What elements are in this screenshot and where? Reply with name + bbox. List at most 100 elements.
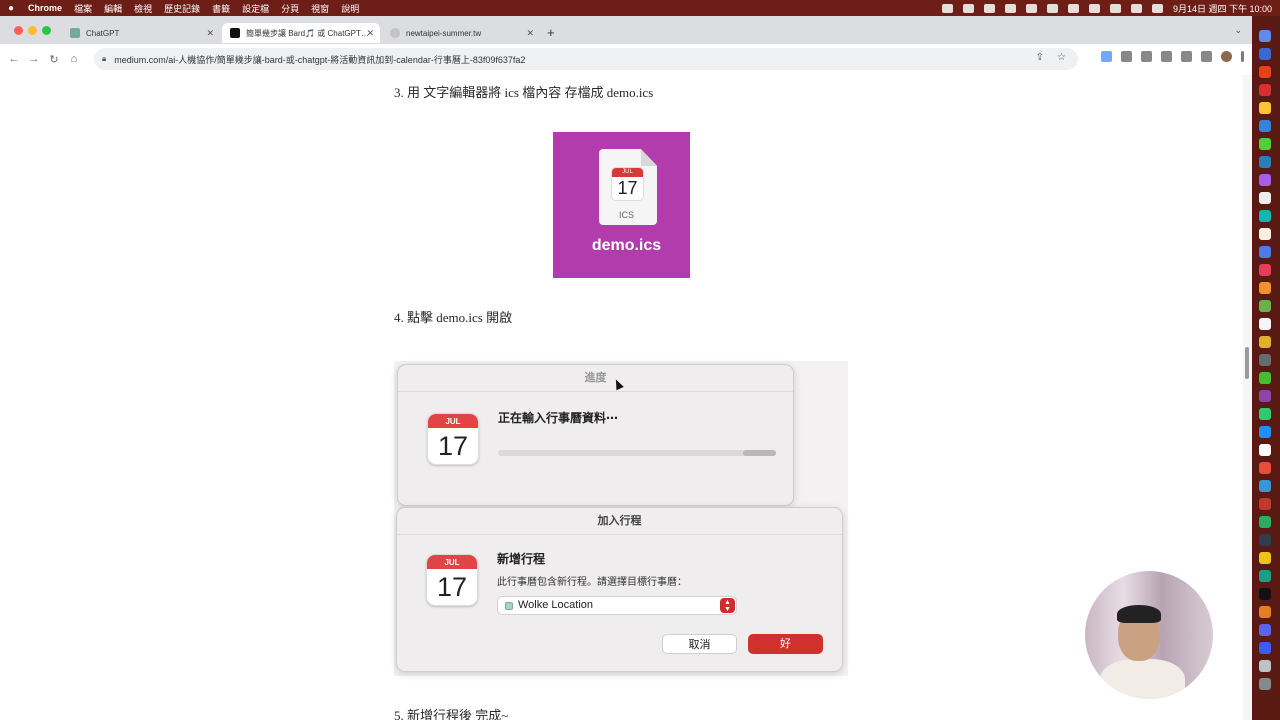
- back-icon[interactable]: ←: [4, 53, 24, 65]
- puzzle-icon[interactable]: [1161, 51, 1172, 62]
- calendar-month: JUL: [612, 168, 643, 177]
- menu-chrome[interactable]: Chrome: [28, 3, 62, 13]
- page-fold: [641, 149, 657, 166]
- finder-icon[interactable]: [1259, 30, 1271, 42]
- headphones-icon[interactable]: [1046, 3, 1058, 13]
- app-icon[interactable]: [1259, 570, 1271, 582]
- menu-profiles[interactable]: 設定檔: [242, 2, 269, 15]
- more-menu-icon[interactable]: [1241, 51, 1244, 62]
- status-icon[interactable]: [941, 3, 953, 13]
- menu-view[interactable]: 檢視: [134, 2, 152, 15]
- settings-icon[interactable]: [1259, 354, 1271, 366]
- calendar-select[interactable]: Wolke Location ▲ ▼: [497, 596, 737, 615]
- app-icon[interactable]: [1259, 66, 1271, 78]
- menu-tabs[interactable]: 分頁: [281, 2, 299, 15]
- input-method-icon[interactable]: [1088, 3, 1100, 13]
- reload-icon[interactable]: ↻: [44, 53, 64, 66]
- status-icon[interactable]: [1004, 3, 1016, 13]
- app-icon[interactable]: [1259, 408, 1271, 420]
- menu-edit[interactable]: 編輯: [104, 2, 122, 15]
- tab-newtaipei[interactable]: newtaipei-summer.tw ✕: [382, 23, 540, 43]
- cancel-button[interactable]: 取消: [662, 634, 737, 654]
- apple-icon[interactable]: ●: [8, 3, 14, 14]
- app-icon[interactable]: [1259, 318, 1271, 330]
- tab-chatgpt[interactable]: ChatGPT ✕: [62, 23, 220, 43]
- menu-history[interactable]: 歷史記錄: [164, 2, 200, 15]
- progress-message: 正在輸入行事曆資料⋯: [498, 411, 619, 425]
- downloads-icon[interactable]: [1259, 660, 1271, 672]
- tab-search-chevron-icon[interactable]: ⌄: [1234, 25, 1242, 36]
- close-window-icon[interactable]: [14, 26, 23, 35]
- app-icon[interactable]: [1259, 516, 1271, 528]
- slack-icon[interactable]: [1259, 192, 1271, 204]
- trash-icon[interactable]: [1259, 678, 1271, 690]
- app-icon[interactable]: [1259, 642, 1271, 654]
- app-icon[interactable]: [1259, 156, 1271, 168]
- app-icon[interactable]: [1259, 84, 1271, 96]
- app-icon[interactable]: [1259, 210, 1271, 222]
- app-icon[interactable]: [1259, 498, 1271, 510]
- forward-icon[interactable]: →: [24, 53, 44, 65]
- menu-file[interactable]: 檔案: [74, 2, 92, 15]
- dropbox-icon[interactable]: [983, 3, 995, 13]
- app-icon[interactable]: [1259, 480, 1271, 492]
- safari-icon[interactable]: [1259, 246, 1271, 258]
- app-store-icon[interactable]: [1259, 426, 1271, 438]
- close-tab-icon[interactable]: ✕: [206, 28, 214, 39]
- side-panel-icon[interactable]: [1201, 51, 1212, 62]
- user-icon[interactable]: [1109, 3, 1121, 13]
- menu-window[interactable]: 視窗: [311, 2, 329, 15]
- podcasts-icon[interactable]: [1259, 174, 1271, 186]
- ok-button[interactable]: 好: [748, 634, 823, 654]
- close-tab-icon[interactable]: ✕: [526, 28, 534, 39]
- line-icon[interactable]: [1259, 138, 1271, 150]
- control-center-icon[interactable]: [1151, 3, 1163, 13]
- scrollbar-thumb[interactable]: [1245, 347, 1249, 379]
- new-tab-icon[interactable]: +: [547, 25, 555, 40]
- notes-icon[interactable]: [1259, 228, 1271, 240]
- page-scrollbar[interactable]: [1243, 75, 1252, 720]
- app-icon[interactable]: [1259, 48, 1271, 60]
- chevron-up-down-icon[interactable]: ▲ ▼: [720, 598, 735, 613]
- app-icon[interactable]: [1259, 606, 1271, 618]
- notion-icon[interactable]: [1259, 444, 1271, 456]
- chrome-icon[interactable]: [1259, 102, 1271, 114]
- app-icon[interactable]: [1259, 336, 1271, 348]
- app-icon[interactable]: [1259, 462, 1271, 474]
- status-icon[interactable]: [1025, 3, 1037, 13]
- bookmark-star-icon[interactable]: ☆: [1057, 52, 1066, 63]
- extension-icon[interactable]: [1101, 51, 1112, 62]
- extension-icon[interactable]: [1141, 51, 1152, 62]
- app-icon[interactable]: [1259, 390, 1271, 402]
- app-icon[interactable]: [1259, 534, 1271, 546]
- app-icon[interactable]: [1259, 552, 1271, 564]
- terminal-icon[interactable]: [1259, 588, 1271, 600]
- messages-icon[interactable]: [1259, 372, 1271, 384]
- close-tab-icon[interactable]: ✕: [366, 28, 374, 39]
- app-icon[interactable]: [1259, 264, 1271, 276]
- minimize-window-icon[interactable]: [28, 26, 37, 35]
- webcam-overlay: [1085, 571, 1213, 699]
- search-icon[interactable]: [1130, 3, 1142, 13]
- menu-help[interactable]: 說明: [341, 2, 359, 15]
- home-icon[interactable]: ⌂: [64, 53, 84, 65]
- app-icon[interactable]: [1259, 282, 1271, 294]
- reading-list-icon[interactable]: [1181, 51, 1192, 62]
- discord-icon[interactable]: [1259, 624, 1271, 636]
- moon-icon[interactable]: [1067, 3, 1079, 13]
- menu-bar: ● Chrome 檔案 編輯 檢視 歷史記錄 書籤 設定檔 分頁 視窗 說明 9…: [0, 0, 1280, 16]
- calendar-day: 17: [436, 572, 468, 602]
- lock-icon[interactable]: 🔒︎: [102, 54, 106, 64]
- menu-bookmarks[interactable]: 書籤: [212, 2, 230, 15]
- share-icon[interactable]: ⇪: [1036, 52, 1044, 63]
- vscode-icon[interactable]: [1259, 120, 1271, 132]
- address-bar[interactable]: 🔒︎ medium.com/ai-人機協作/簡單幾步讓-bard-或-chatg…: [94, 48, 1078, 70]
- menubar-clock[interactable]: 9月14日 週四 下午 10:00: [1173, 2, 1272, 15]
- selected-calendar: Wolke Location: [518, 599, 594, 611]
- zoom-window-icon[interactable]: [42, 26, 51, 35]
- notion-icon[interactable]: [1121, 51, 1132, 62]
- profile-avatar[interactable]: [1221, 51, 1232, 62]
- tab-medium-article[interactable]: 簡單幾步讓 Bard🎵 或 ChatGPT… ✕: [222, 23, 380, 43]
- status-icon[interactable]: [962, 3, 974, 13]
- android-icon[interactable]: [1259, 300, 1271, 312]
